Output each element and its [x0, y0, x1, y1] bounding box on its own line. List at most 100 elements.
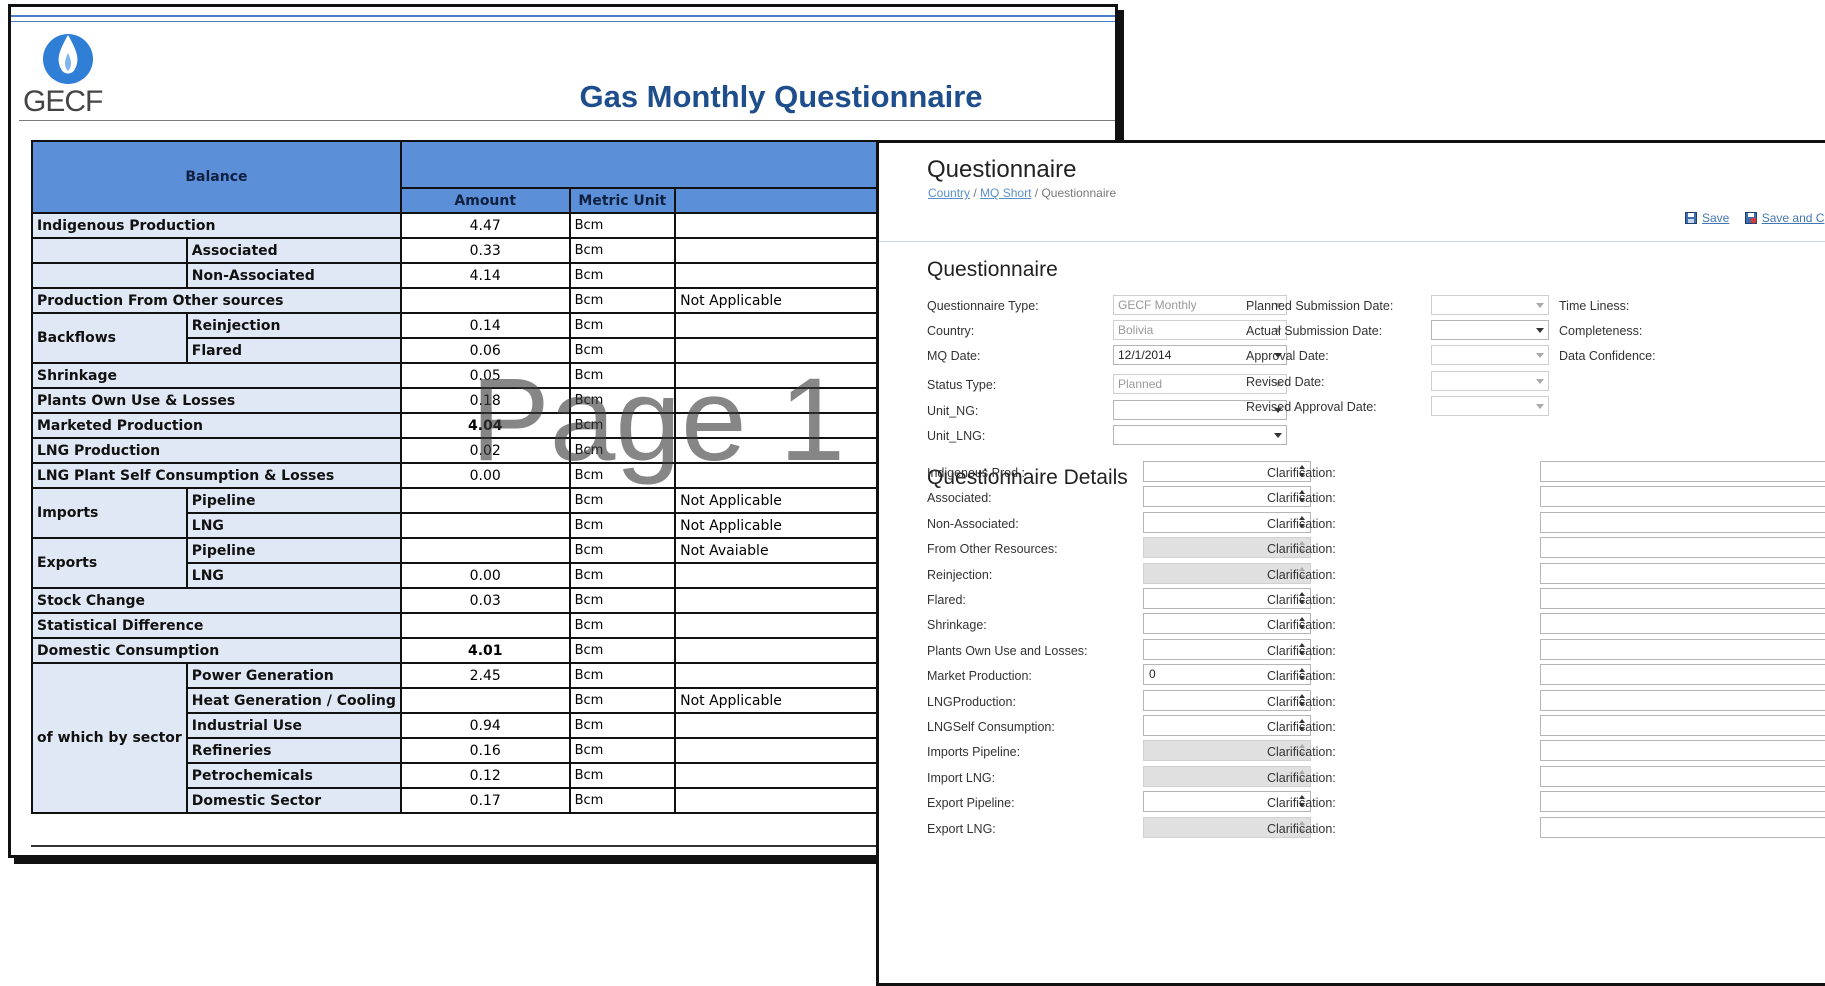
- clarification-input[interactable]: [1540, 664, 1825, 685]
- amount-cell: 0.18: [399, 387, 571, 414]
- save-button[interactable]: Save: [1685, 211, 1729, 225]
- clarification-label: Clarification:: [1267, 745, 1336, 759]
- clarification-label: Clarification:: [1267, 720, 1336, 734]
- clarification-input[interactable]: [1540, 588, 1825, 609]
- amount-cell: 0.02: [399, 437, 571, 464]
- detail-label: Market Production:: [927, 669, 1032, 683]
- questionnaire-form-window: Questionnaire Country / MQ Short / Quest…: [876, 140, 1825, 986]
- clarification-label: Clarification:: [1267, 796, 1336, 810]
- unit-cell: Bcm: [568, 337, 677, 364]
- amount-cell: 0.03: [399, 587, 571, 614]
- date-picker-1[interactable]: [1431, 320, 1549, 340]
- row-sublabel: Flared: [185, 337, 402, 364]
- clarification-input[interactable]: [1540, 613, 1825, 634]
- clarification-input[interactable]: [1540, 512, 1825, 533]
- breadcrumb-country-link[interactable]: Country: [928, 186, 970, 200]
- unit-cell: Bcm: [568, 737, 677, 764]
- title-rule: [19, 120, 1115, 121]
- clarification-input[interactable]: [1540, 715, 1825, 736]
- clarification-input[interactable]: [1540, 461, 1825, 482]
- clarification-input[interactable]: [1540, 563, 1825, 584]
- detail-label: Import LNG:: [927, 771, 996, 785]
- unit-cell: Bcm: [568, 487, 677, 514]
- row-group-blank: [31, 262, 188, 289]
- field-label: Revised Date:: [1246, 375, 1325, 389]
- unit-cell: Bcm: [568, 437, 677, 464]
- row-label: Production From Other sources: [31, 287, 402, 314]
- amount-cell: 0.16: [399, 737, 571, 764]
- clarification-input[interactable]: [1540, 791, 1825, 812]
- header-rule-thin: [11, 21, 1115, 22]
- row-label: Plants Own Use & Losses: [31, 387, 402, 414]
- dropdown-value: GECF Monthly: [1118, 298, 1197, 312]
- amount-cell: 0.33: [399, 237, 571, 264]
- save-and-close-button[interactable]: Save and C: [1744, 211, 1824, 225]
- clarification-label: Clarification:: [1267, 593, 1336, 607]
- unit-cell: Bcm: [568, 612, 677, 639]
- unit-cell: Bcm: [568, 312, 677, 339]
- row-label: Domestic Consumption: [31, 637, 402, 664]
- save-label: Save: [1702, 211, 1730, 225]
- clarification-input[interactable]: [1540, 639, 1825, 660]
- clarification-label: Clarification:: [1267, 568, 1336, 582]
- chevron-down-icon: [1536, 379, 1544, 384]
- field-label: Revised Approval Date:: [1246, 400, 1377, 414]
- row-sublabel: LNG: [185, 512, 402, 539]
- clarification-input[interactable]: [1540, 740, 1825, 761]
- row-label: Marketed Production: [31, 412, 402, 439]
- clarification-input[interactable]: [1540, 817, 1825, 838]
- row-group-label: Backflows: [31, 312, 188, 364]
- unit-cell: Bcm: [568, 237, 677, 264]
- field-label: Data Confidence:: [1559, 349, 1656, 363]
- amount-cell: [399, 537, 571, 564]
- detail-label: Indigenous Prod.:: [927, 466, 1025, 480]
- row-group-label: Exports: [31, 537, 188, 589]
- page-title: Questionnaire: [927, 156, 1077, 183]
- unit-cell: Bcm: [568, 562, 677, 589]
- balance-header: Balance: [31, 140, 402, 214]
- clarification-label: Clarification:: [1267, 695, 1336, 709]
- breadcrumb-current: Questionnaire: [1041, 186, 1117, 200]
- clarification-input[interactable]: [1540, 537, 1825, 558]
- row-sublabel: Pipeline: [185, 537, 402, 564]
- amount-cell: 2.45: [399, 662, 571, 689]
- row-sublabel: Power Generation: [185, 662, 402, 689]
- field-label: Completeness:: [1559, 324, 1643, 338]
- unit-cell: Bcm: [568, 387, 677, 414]
- floppy-disk-close-icon: [1744, 212, 1757, 224]
- unit-cell: Bcm: [568, 662, 677, 689]
- clarification-input[interactable]: [1540, 690, 1825, 711]
- detail-label: Non-Associated:: [927, 517, 1019, 531]
- clarification-label: Clarification:: [1267, 669, 1336, 683]
- amount-cell: 0.94: [399, 712, 571, 739]
- amount-cell: [399, 687, 571, 714]
- clarification-input[interactable]: [1540, 766, 1825, 787]
- row-group-blank: [31, 237, 188, 264]
- detail-label: Shrinkage:: [927, 618, 987, 632]
- amount-cell: 4.04: [399, 412, 571, 439]
- amount-cell: 4.47: [399, 212, 571, 239]
- unit-cell: Bcm: [568, 712, 677, 739]
- row-sublabel: Industrial Use: [185, 712, 402, 739]
- breadcrumb-mq-short-link[interactable]: MQ Short: [980, 186, 1031, 200]
- gecf-logo: GECF: [23, 29, 113, 119]
- stepper-value: 0: [1149, 667, 1156, 681]
- field-label: Approval Date:: [1246, 349, 1329, 363]
- clarification-input[interactable]: [1540, 486, 1825, 507]
- clarification-label: Clarification:: [1267, 618, 1336, 632]
- row-label: LNG Plant Self Consumption & Losses: [31, 462, 402, 489]
- unit-cell: Bcm: [568, 637, 677, 664]
- row-sublabel: Heat Generation / Cooling: [185, 687, 402, 714]
- unit-cell: Bcm: [568, 462, 677, 489]
- unit-cell: Bcm: [568, 512, 677, 539]
- amount-cell: [399, 612, 571, 639]
- dropdown-value: Planned: [1118, 377, 1163, 391]
- detail-label: Imports Pipeline:: [927, 745, 1021, 759]
- detail-label: Export Pipeline:: [927, 796, 1015, 810]
- section-title-questionnaire: Questionnaire: [927, 258, 1058, 281]
- chevron-down-icon: [1274, 433, 1282, 438]
- dropdown-5[interactable]: [1113, 425, 1287, 445]
- row-sublabel: Non-Associated: [185, 262, 402, 289]
- detail-label: LNGProduction:: [927, 695, 1016, 709]
- document-title: Gas Monthly Questionnaire: [579, 79, 983, 114]
